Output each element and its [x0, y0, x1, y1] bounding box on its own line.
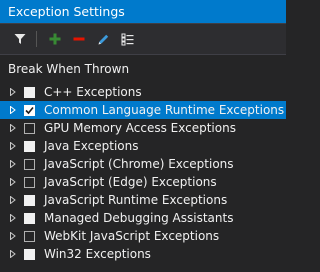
expand-arrow-icon[interactable]	[6, 160, 20, 168]
expand-arrow-icon[interactable]	[6, 232, 20, 240]
exception-checkbox[interactable]	[24, 230, 35, 242]
exception-category-label: C++ Exceptions	[44, 85, 142, 99]
exception-category-label: Win32 Exceptions	[44, 247, 151, 261]
exception-category-row[interactable]: JavaScript (Edge) Exceptions	[0, 173, 286, 191]
exception-category-label: GPU Memory Access Exceptions	[44, 121, 236, 135]
edit-conditions-button[interactable]	[93, 29, 113, 49]
expand-arrow-icon[interactable]	[6, 106, 20, 114]
expand-arrow-icon[interactable]	[6, 214, 20, 222]
expand-arrow-icon[interactable]	[6, 178, 20, 186]
expand-arrow-icon[interactable]	[6, 88, 20, 96]
exception-category-label: Java Exceptions	[44, 139, 139, 153]
exception-checkbox[interactable]	[24, 122, 35, 134]
exception-checkbox[interactable]	[24, 248, 35, 260]
exception-category-row[interactable]: JavaScript Runtime Exceptions	[0, 191, 286, 209]
expand-arrow-icon[interactable]	[6, 124, 20, 132]
filter-button[interactable]	[10, 29, 30, 49]
exception-checkbox[interactable]	[24, 104, 35, 116]
exception-checkbox[interactable]	[24, 86, 35, 98]
add-icon	[49, 33, 61, 45]
toolbar	[0, 24, 286, 55]
exception-checkbox[interactable]	[24, 176, 35, 188]
edit-icon	[98, 34, 108, 44]
exception-tree: Break When Thrown C++ Exceptions Common L…	[0, 55, 286, 263]
exception-category-label: Managed Debugging Assistants	[44, 211, 234, 225]
exception-category-label: JavaScript (Chrome) Exceptions	[44, 157, 234, 171]
exception-category-row[interactable]: Managed Debugging Assistants	[0, 209, 286, 227]
restore-defaults-button[interactable]	[117, 29, 137, 49]
restore-list-icon	[121, 33, 133, 45]
exception-category-row[interactable]: GPU Memory Access Exceptions	[0, 119, 286, 137]
exception-category-row[interactable]: C++ Exceptions	[0, 83, 286, 101]
exception-category-label: WebKit JavaScript Exceptions	[44, 229, 220, 243]
filter-icon	[14, 34, 26, 44]
exception-checkbox[interactable]	[24, 140, 35, 152]
exception-category-row[interactable]: Common Language Runtime Exceptions	[0, 101, 286, 119]
exception-category-row[interactable]: WebKit JavaScript Exceptions	[0, 227, 286, 245]
exception-list: C++ Exceptions Common Language Runtime Ex…	[0, 83, 286, 263]
toolbar-separator	[36, 31, 37, 47]
exception-category-label: JavaScript (Edge) Exceptions	[44, 175, 217, 189]
remove-exception-button[interactable]	[69, 29, 89, 49]
expand-arrow-icon[interactable]	[6, 142, 20, 150]
exception-category-row[interactable]: Java Exceptions	[0, 137, 286, 155]
exception-checkbox[interactable]	[24, 194, 35, 206]
add-exception-button[interactable]	[45, 29, 65, 49]
remove-icon	[73, 37, 85, 41]
exception-category-label: JavaScript Runtime Exceptions	[44, 193, 228, 207]
exception-checkbox[interactable]	[24, 158, 35, 170]
exception-category-row[interactable]: Win32 Exceptions	[0, 245, 286, 263]
exception-category-label: Common Language Runtime Exceptions	[44, 103, 285, 117]
window-title-bar: Exception Settings	[0, 0, 286, 24]
expand-arrow-icon[interactable]	[6, 196, 20, 204]
expand-arrow-icon[interactable]	[6, 250, 20, 258]
exception-category-row[interactable]: JavaScript (Chrome) Exceptions	[0, 155, 286, 173]
exception-checkbox[interactable]	[24, 212, 35, 224]
window-title: Exception Settings	[8, 4, 125, 19]
column-header: Break When Thrown	[8, 62, 130, 76]
